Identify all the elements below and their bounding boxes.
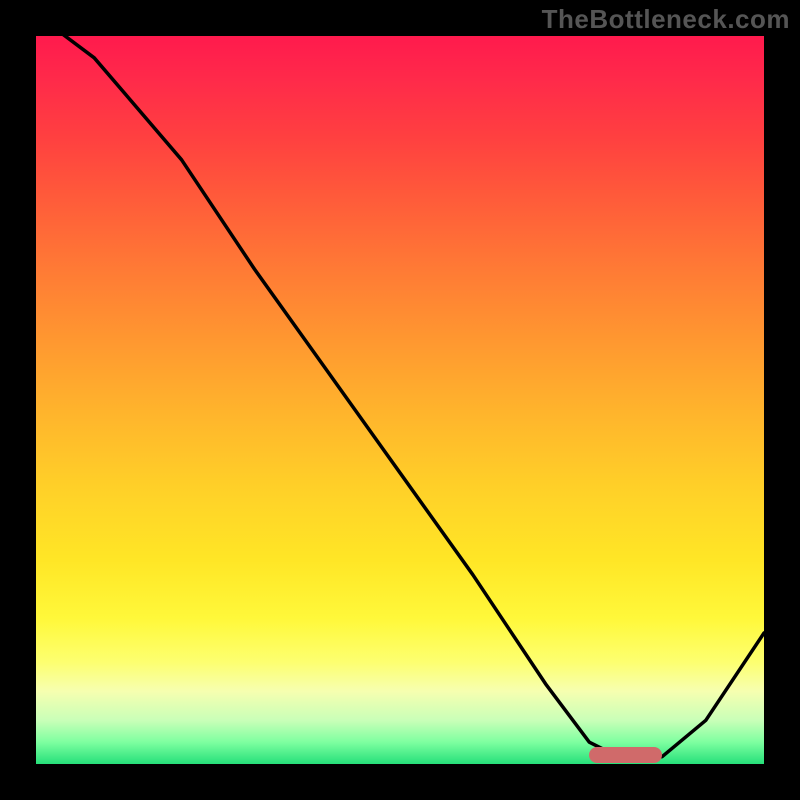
- watermark-text: TheBottleneck.com: [542, 4, 790, 35]
- plot-area: [36, 36, 764, 764]
- optimal-range-marker: [589, 747, 662, 763]
- curve-path: [36, 36, 764, 757]
- bottleneck-curve: [36, 36, 764, 764]
- figure-root: TheBottleneck.com: [0, 0, 800, 800]
